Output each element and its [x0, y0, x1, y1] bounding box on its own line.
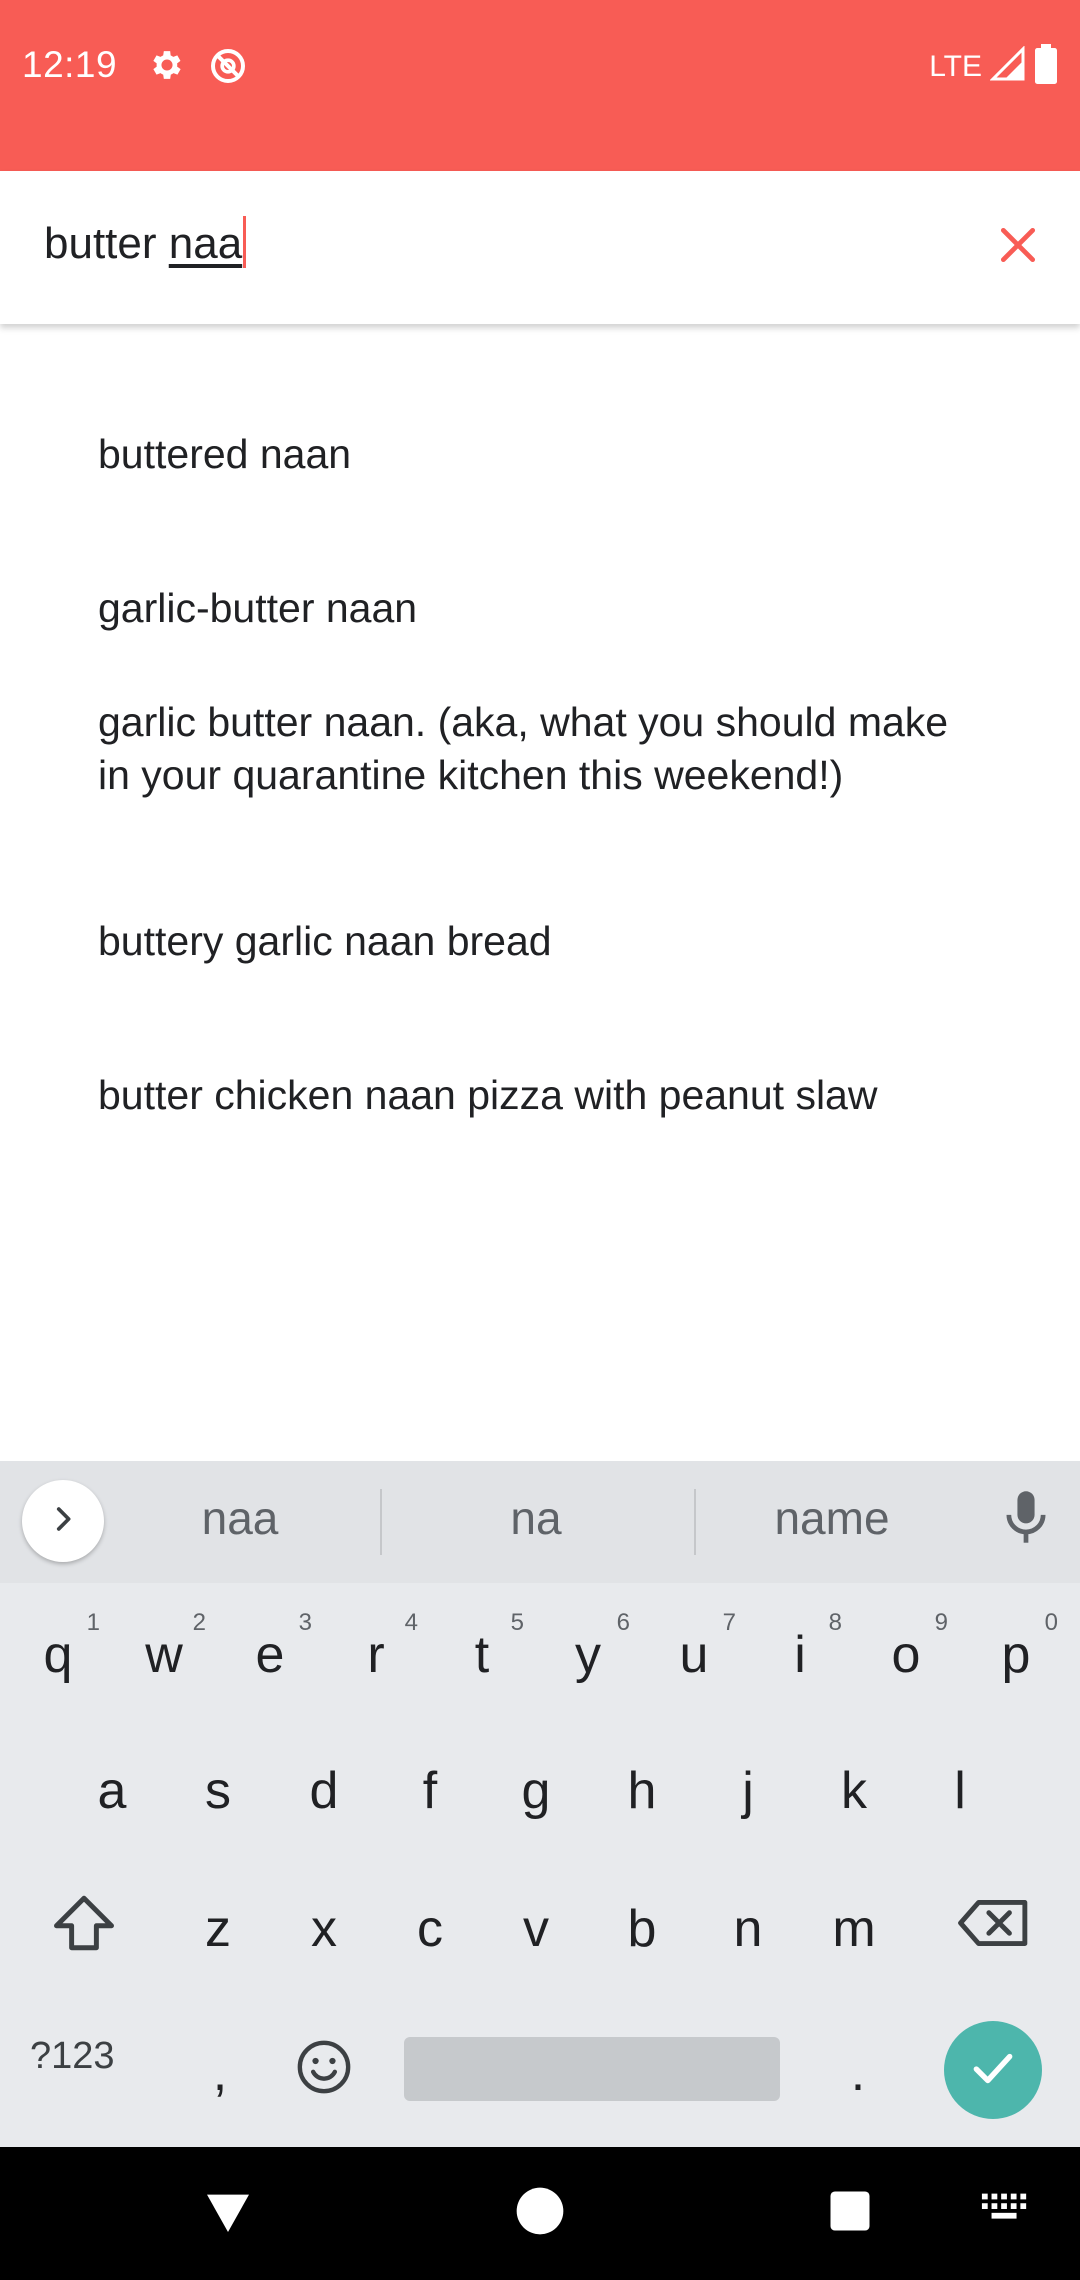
navigation-bar [0, 2147, 1080, 2280]
key-x[interactable]: x [274, 1869, 374, 1989]
keyboard-suggestion-strip: naa na name [0, 1461, 1080, 1583]
key-a[interactable]: a [62, 1731, 162, 1851]
key-t[interactable]: t5 [432, 1595, 532, 1715]
suggestion-item[interactable]: butter chicken naan pizza with peanut sl… [98, 1069, 978, 1122]
mic-button[interactable] [1000, 1487, 1052, 1552]
key-d[interactable]: d [274, 1731, 374, 1851]
network-type: LTE [929, 49, 982, 83]
key-s[interactable]: s [168, 1731, 268, 1851]
key-v[interactable]: v [486, 1869, 586, 1989]
symbols-key[interactable]: ?123 [30, 2035, 115, 2078]
signal-icon [989, 45, 1026, 87]
emoji-icon [295, 2038, 353, 2109]
status-right-group: LTE [929, 44, 1058, 89]
key-h[interactable]: h [592, 1731, 692, 1851]
soft-keyboard: naa na name q1 w2 e3 r4 t5 y6 u7 i8 o9 p… [0, 1461, 1080, 2147]
home-icon [512, 2187, 568, 2243]
close-icon [996, 223, 1040, 272]
recents-icon [824, 2191, 876, 2243]
period-key[interactable]: . [808, 2013, 908, 2133]
divider [694, 1489, 696, 1555]
key-k[interactable]: k [804, 1731, 904, 1851]
key-o[interactable]: o9 [856, 1595, 956, 1715]
space-key[interactable] [404, 2037, 780, 2101]
home-button[interactable] [512, 2183, 568, 2244]
key-j[interactable]: j [698, 1731, 798, 1851]
key-i[interactable]: i8 [750, 1595, 850, 1715]
key-l[interactable]: l [910, 1731, 1010, 1851]
emoji-key[interactable] [274, 2013, 374, 2133]
key-y[interactable]: y6 [538, 1595, 638, 1715]
gear-icon [148, 46, 186, 89]
key-m[interactable]: m [804, 1869, 904, 1989]
suggestion-item[interactable]: buttery garlic naan bread [98, 915, 978, 968]
word-suggestion[interactable]: na [426, 1491, 646, 1545]
enter-key[interactable] [944, 2021, 1042, 2119]
key-f[interactable]: f [380, 1731, 480, 1851]
chevron-right-icon [46, 1502, 80, 1541]
text-caret [243, 216, 247, 269]
battery-icon [1034, 44, 1058, 89]
back-button[interactable] [200, 2183, 256, 2244]
comma-key[interactable]: , [170, 2013, 270, 2133]
expand-toolbar-button[interactable] [22, 1480, 104, 1562]
key-q[interactable]: q1 [8, 1595, 108, 1715]
keyboard-switch-button[interactable] [980, 2191, 1030, 2232]
backspace-key[interactable] [944, 1869, 1044, 1989]
status-bar: 12:19 LTE [0, 0, 1080, 171]
divider [380, 1489, 382, 1555]
check-icon [968, 2043, 1018, 2098]
shift-key[interactable] [34, 1869, 134, 1989]
key-w[interactable]: w2 [114, 1595, 214, 1715]
key-c[interactable]: c [380, 1869, 480, 1989]
search-bar: butter naa [0, 171, 1080, 324]
status-time: 12:19 [22, 44, 118, 85]
key-p[interactable]: p0 [966, 1595, 1066, 1715]
suggestion-item[interactable]: buttered naan [98, 428, 978, 481]
suggestion-item[interactable]: garlic-butter naan [98, 582, 978, 635]
keyboard-switch-icon [980, 2193, 1030, 2231]
key-r[interactable]: r4 [326, 1595, 426, 1715]
key-z[interactable]: z [168, 1869, 268, 1989]
no-location-icon [208, 46, 248, 91]
search-text-composing: naa [168, 219, 243, 268]
recents-button[interactable] [824, 2183, 876, 2244]
key-e[interactable]: e3 [220, 1595, 320, 1715]
backspace-icon [958, 1896, 1030, 1963]
word-suggestion[interactable]: naa [130, 1491, 350, 1545]
key-g[interactable]: g [486, 1731, 586, 1851]
key-n[interactable]: n [698, 1869, 798, 1989]
search-text-prefix: butter [44, 219, 169, 268]
key-b[interactable]: b [592, 1869, 692, 1989]
word-suggestion[interactable]: name [722, 1491, 942, 1545]
clear-search-button[interactable] [986, 215, 1050, 279]
shift-icon [51, 1892, 117, 1967]
key-u[interactable]: u7 [644, 1595, 744, 1715]
suggestion-item[interactable]: garlic butter naan. (aka, what you shoul… [98, 696, 978, 802]
mic-icon [1000, 1491, 1052, 1551]
search-input[interactable]: butter naa [44, 216, 247, 272]
back-icon [200, 2194, 256, 2243]
